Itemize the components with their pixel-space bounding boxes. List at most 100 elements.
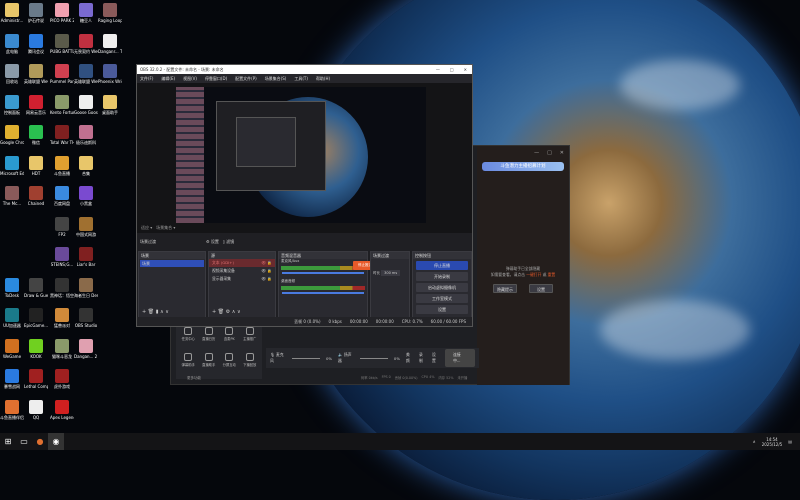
desktop-icon[interactable]: 英雄联盟 WeGame版 — [74, 64, 98, 84]
desktop-icon[interactable]: Chained — [24, 186, 48, 206]
speaker-slider[interactable] — [360, 357, 388, 359]
desktop-icon[interactable]: ToDesk — [0, 277, 24, 298]
duration-input[interactable]: 300 ms — [381, 270, 401, 276]
app-settings-button[interactable]: 设置 — [432, 352, 439, 364]
desktop-icon[interactable]: 虎扑游戏 — [50, 369, 74, 389]
desktop-icon[interactable]: 暴雪战网 — [0, 369, 24, 389]
control-button[interactable]: 停止直播 — [416, 261, 468, 270]
desktop-icon[interactable]: Lethal Company — [24, 369, 48, 389]
maximize-icon[interactable]: □ — [450, 67, 454, 72]
desktop-icon[interactable]: Apex Legends — [50, 399, 74, 420]
menu-item[interactable]: 停靠窗口(D) — [205, 76, 227, 82]
desktop-icon[interactable]: UU加速器 — [0, 308, 24, 328]
settings-button[interactable]: 设置 — [529, 284, 553, 293]
speaker-control[interactable]: 🔈 扬声器 — [338, 352, 354, 364]
volume-slider[interactable] — [282, 272, 364, 274]
menu-item[interactable]: 工具(T) — [294, 76, 308, 82]
desktop-icon[interactable]: 此电脑 — [0, 33, 24, 54]
desktop-icon[interactable]: 斗鱼直播 — [50, 155, 74, 176]
obs-taskbar-icon[interactable]: ◉ — [48, 433, 64, 450]
desktop-icon[interactable]: 无畏契约 WeGame版 — [74, 33, 98, 54]
mic-control[interactable]: 🎙 麦克风 — [270, 352, 286, 364]
menu-item[interactable]: 视图(V) — [183, 76, 197, 82]
beauty-button[interactable]: 美颜 — [406, 352, 413, 364]
filters-tab[interactable]: ▯ 滤镜 — [223, 239, 234, 244]
tool-button[interactable]: 连麦PK — [220, 327, 239, 351]
clock[interactable]: 14:54 2025/12/5 — [762, 437, 783, 447]
scene-collection-select[interactable]: 场景集合 — [156, 225, 172, 230]
desktop-icon[interactable]: Phoenix Wright A... — [98, 64, 122, 84]
close-icon[interactable]: ✕ — [560, 150, 564, 156]
desktop-icon[interactable]: Liar's Bar — [74, 247, 98, 267]
desktop-icon[interactable]: WeGame — [0, 338, 24, 359]
desktop-icon[interactable]: Google Chrome — [0, 125, 24, 145]
open-link[interactable]: 一键打开 — [526, 272, 541, 277]
control-button[interactable]: 开始录制 — [416, 272, 468, 281]
promo-banner[interactable]: 斗鱼潜力主播招募计划 — [482, 162, 564, 171]
volume-slider[interactable] — [282, 292, 364, 294]
desktop-icon[interactable]: 腾讯会议 — [24, 33, 48, 54]
desktop-icon[interactable]: 控制面板 — [0, 94, 24, 115]
desktop-icon[interactable]: KOOK — [24, 338, 48, 359]
desktop-icon[interactable]: 网易云音乐 — [24, 94, 48, 115]
desktop-icon[interactable]: Raging Loop — [98, 3, 122, 23]
maximize-icon[interactable]: □ — [547, 150, 552, 156]
desktop-icon[interactable]: QQ — [24, 399, 48, 420]
visibility-lock-icons[interactable]: 👁 🔒 — [261, 259, 275, 267]
tool-button[interactable]: 分屏互动 — [220, 352, 239, 377]
tool-button[interactable]: 直播助手 — [200, 352, 219, 377]
desktop-icon[interactable]: Microsoft Edge — [0, 155, 24, 176]
desktop-icon[interactable]: Administr... — [0, 3, 24, 23]
minimize-icon[interactable]: — — [534, 150, 539, 156]
tool-button[interactable]: 直播日历 — [200, 327, 219, 351]
menu-item[interactable]: 编辑(E) — [161, 76, 175, 82]
tool-button[interactable]: 弹幕助手 — [179, 352, 198, 377]
desktop-icon[interactable]: 中国式网游 — [74, 216, 98, 237]
menu-item[interactable]: 配置文件(P) — [235, 76, 257, 82]
connect-button[interactable]: 连接中... — [445, 349, 476, 367]
source-item[interactable]: 文本 (GDI+) 👁 🔒 — [209, 259, 275, 267]
start-icon[interactable]: ⊞ — [0, 433, 16, 450]
mic-slider[interactable] — [292, 357, 320, 359]
close-icon[interactable]: ✕ — [464, 67, 467, 72]
desktop-icon[interactable]: Draw & Guess - ... — [24, 277, 48, 298]
desktop-icon[interactable]: Kento Fortune ... — [50, 94, 74, 115]
desktop-icon[interactable]: 合集 — [74, 155, 98, 176]
desktop-icon[interactable]: FP2 — [50, 216, 74, 237]
douyu-taskbar-icon[interactable]: ● — [32, 433, 48, 450]
desktop-icon[interactable]: Danganr... Trigger H... — [98, 33, 122, 54]
tool-button[interactable]: 下播回放 — [241, 352, 260, 377]
source-toolbar[interactable]: + 🗑 ⚙ ∧ ∨ — [212, 309, 241, 315]
desktop-icon[interactable]: HDT — [24, 155, 48, 176]
menu-item[interactable]: 帮助(H) — [316, 76, 330, 82]
desktop-icon[interactable]: 海者生日 Demo — [74, 277, 98, 298]
desktop-icon[interactable]: PUBG BATTLEGR... — [50, 33, 74, 54]
desktop-icon[interactable]: 桌面助手 — [98, 94, 122, 115]
menu-item[interactable]: 场景集合(S) — [265, 76, 287, 82]
task-view-icon[interactable]: ▭ — [16, 433, 32, 450]
desktop-icon[interactable]: 微信 — [24, 125, 48, 145]
scene-item[interactable]: 场景 — [140, 260, 204, 267]
visibility-lock-icons[interactable]: 👁 🔒 — [261, 275, 275, 283]
desktop-icon[interactable]: 回收站 — [0, 64, 24, 84]
tool-button[interactable]: 任务中心 — [179, 327, 198, 351]
more-features[interactable]: 更多功能 — [187, 376, 201, 381]
source-item[interactable]: 显示器采集 👁 🔒 — [209, 275, 275, 283]
zoom-select[interactable]: 适应 — [141, 225, 149, 230]
desktop-icon[interactable]: OBS Studio — [74, 308, 98, 328]
desktop-icon[interactable]: 百度网盘 — [50, 186, 74, 206]
record-button[interactable]: 录制 — [419, 352, 426, 364]
settings-tab[interactable]: ⚙ 设置 — [206, 239, 219, 244]
hide-tips-button[interactable]: 隐藏提示 — [493, 284, 517, 293]
scene-toolbar[interactable]: + 🗑 ▮ ∧ ∨ — [142, 309, 169, 315]
tray-chevron-icon[interactable]: ∧ — [753, 439, 756, 444]
control-button[interactable]: 启动虚拟摄像机 — [416, 283, 468, 292]
reset-link[interactable]: 重置 — [548, 272, 556, 277]
desktop-icon[interactable]: 斗鱼直播伴侣 — [0, 399, 24, 420]
notification-icon[interactable]: ▤ — [788, 439, 792, 444]
source-item[interactable]: 视频采集设备 👁 🔒 — [209, 267, 275, 275]
visibility-lock-icons[interactable]: 👁 🔒 — [261, 267, 275, 275]
desktop-icon[interactable]: STEINS;G... — [50, 247, 74, 267]
control-button[interactable]: 工作室模式 — [416, 294, 468, 303]
desktop-icon[interactable]: 糖豆人 — [74, 3, 98, 23]
